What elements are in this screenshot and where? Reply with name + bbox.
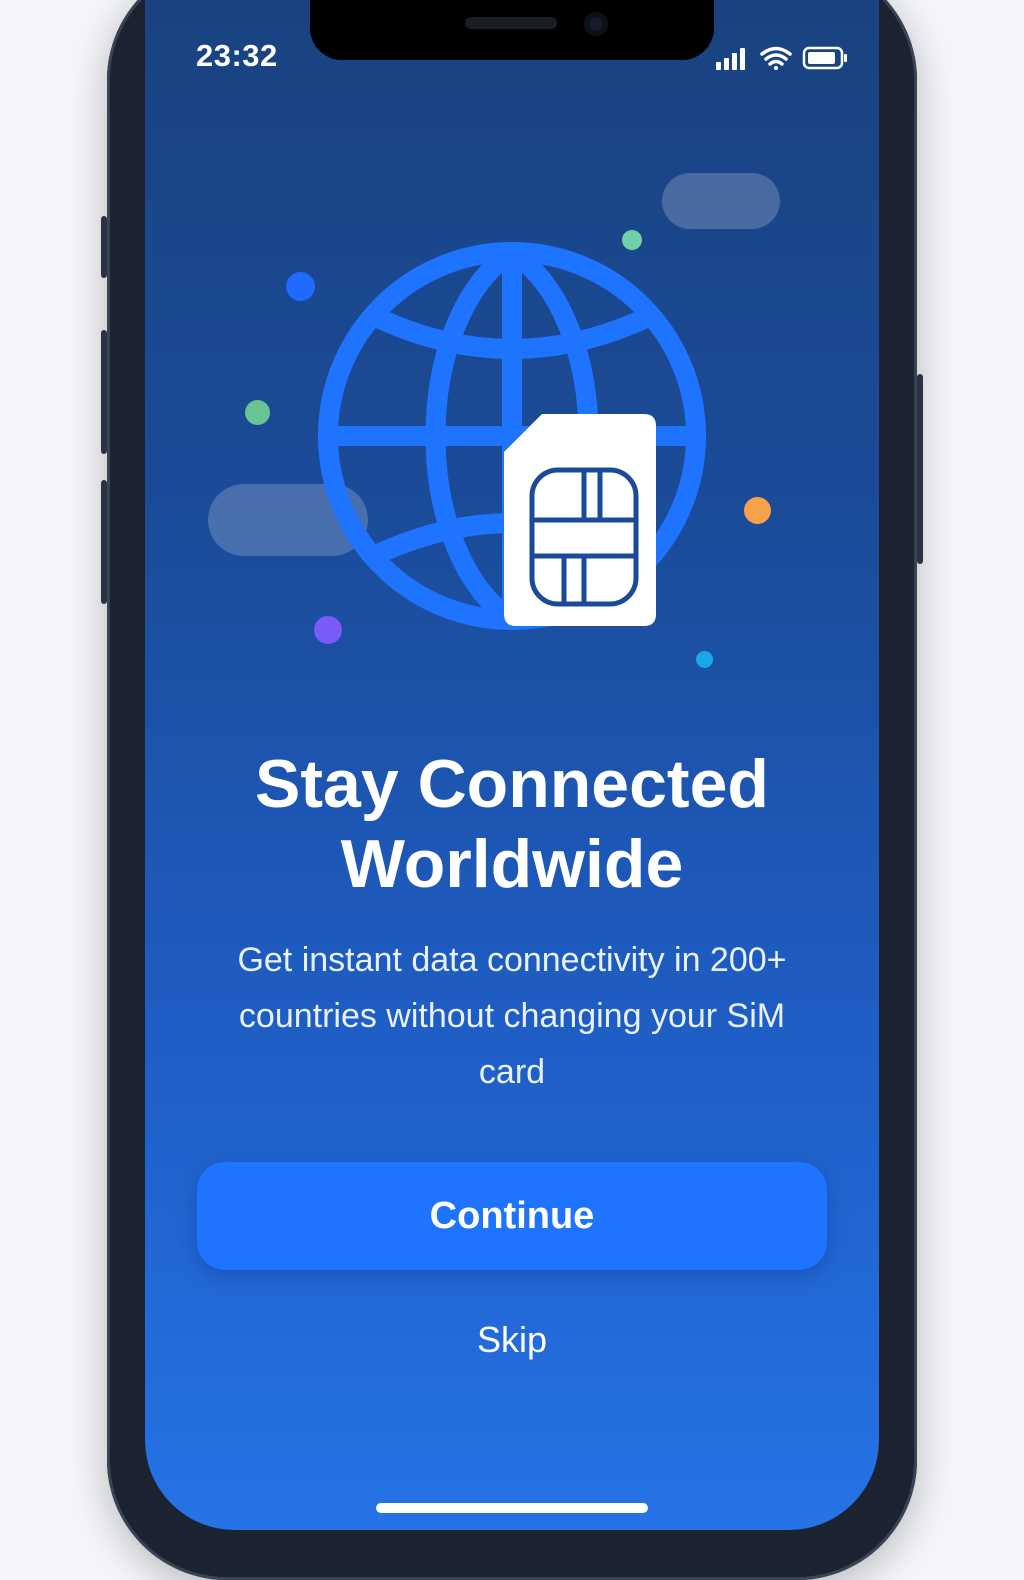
decorative-dot — [245, 400, 270, 425]
decorative-dot — [696, 651, 713, 668]
decorative-dot — [744, 497, 771, 524]
home-indicator[interactable] — [376, 1503, 648, 1513]
volume-down-button — [101, 480, 107, 604]
status-time: 23:32 — [196, 38, 278, 73]
battery-icon — [802, 46, 847, 70]
signal-icon — [716, 48, 745, 70]
continue-button[interactable]: Continue — [197, 1162, 827, 1270]
mute-switch — [101, 216, 107, 278]
status-icons — [714, 44, 854, 74]
earpiece-speaker — [465, 17, 557, 29]
decorative-cloud — [662, 173, 780, 229]
power-button — [917, 374, 923, 564]
hero-illustration — [318, 242, 706, 630]
wifi-icon — [760, 46, 792, 70]
page-title: Stay Connected Worldwide — [255, 746, 769, 902]
volume-up-button — [101, 330, 107, 454]
sim-card-icon — [504, 414, 656, 626]
skip-button[interactable]: Skip — [412, 1312, 612, 1368]
page-subtitle: Get instant data connectivity in 200+ co… — [237, 941, 787, 1091]
notch — [310, 0, 714, 60]
front-camera — [584, 12, 608, 36]
